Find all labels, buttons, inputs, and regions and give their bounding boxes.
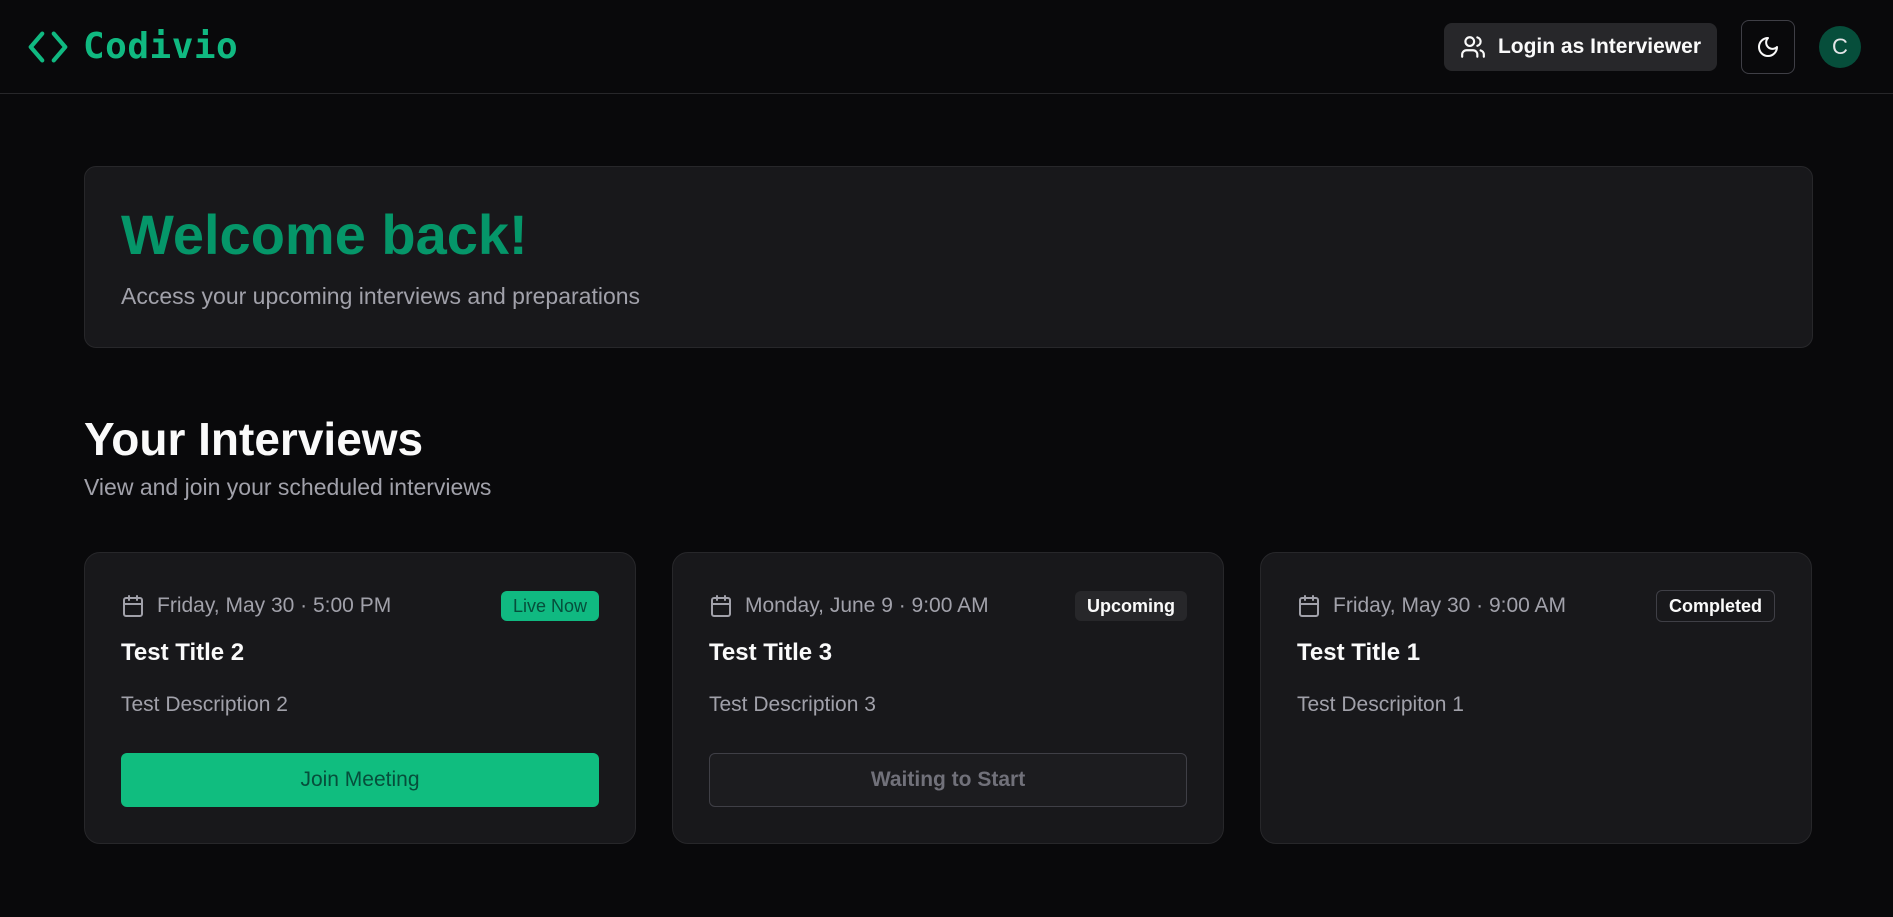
card-header: Friday, May 30 · 5:00 PM Live Now [121,589,599,623]
top-navbar: Codivio Login as Interviewer C [0,0,1893,94]
interview-card: Monday, June 9 · 9:00 AM Upcoming Test T… [672,552,1224,844]
welcome-title: Welcome back! [121,203,528,266]
interview-description: Test Descripiton 1 [1297,693,1464,716]
login-as-interviewer-button[interactable]: Login as Interviewer [1443,22,1717,71]
theme-toggle-button[interactable] [1741,19,1795,74]
users-icon [1461,35,1485,58]
header-actions: Login as Interviewer C [1443,19,1861,74]
brand-name: Codivio [83,26,239,67]
calendar-icon [711,595,731,617]
interview-date-text: Friday, May 30 · 5:00 PM [157,594,392,617]
avatar-initial: C [1832,33,1848,59]
calendar-icon [123,595,143,617]
code-brackets-icon [28,30,68,63]
status-badge: Completed [1655,590,1775,622]
login-button-label: Login as Interviewer [1497,34,1701,58]
interview-card: Friday, May 30 · 5:00 PM Live Now Test T… [84,552,636,844]
interview-description: Test Description 2 [121,693,288,716]
interview-date-text: Friday, May 30 · 9:00 AM [1333,594,1567,617]
interview-date: Monday, June 9 · 9:00 AM [709,594,989,618]
waiting-to-start-button: Waiting to Start [709,753,1187,807]
welcome-subtitle: Access your upcoming interviews and prep… [121,283,641,309]
calendar-icon [1299,595,1319,617]
welcome-banner: Welcome back! Access your upcoming inter… [84,166,1813,348]
interview-title: Test Title 3 [709,639,833,666]
interview-date-text: Monday, June 9 · 9:00 AM [745,594,989,617]
status-badge: Live Now [500,591,599,621]
interview-card-list: Friday, May 30 · 5:00 PM Live Now Test T… [84,552,1813,844]
interview-date: Friday, May 30 · 5:00 PM [121,594,391,618]
brand-logo-link[interactable]: Codivio [25,24,238,70]
card-header: Friday, May 30 · 9:00 AM Completed [1297,589,1775,623]
join-meeting-button[interactable]: Join Meeting [121,753,599,807]
card-header: Monday, June 9 · 9:00 AM Upcoming [709,589,1187,623]
interviews-subheading: View and join your scheduled interviews [84,474,492,500]
interview-date: Friday, May 30 · 9:00 AM [1297,594,1566,618]
user-avatar[interactable]: C [1819,25,1861,68]
interview-description: Test Description 3 [709,693,876,716]
moon-icon [1758,36,1778,57]
interview-card: Friday, May 30 · 9:00 AM Completed Test … [1260,552,1812,844]
status-badge: Upcoming [1075,591,1187,621]
interview-title: Test Title 1 [1297,639,1421,666]
interviews-heading: Your Interviews [84,413,424,465]
interview-title: Test Title 2 [121,639,245,666]
